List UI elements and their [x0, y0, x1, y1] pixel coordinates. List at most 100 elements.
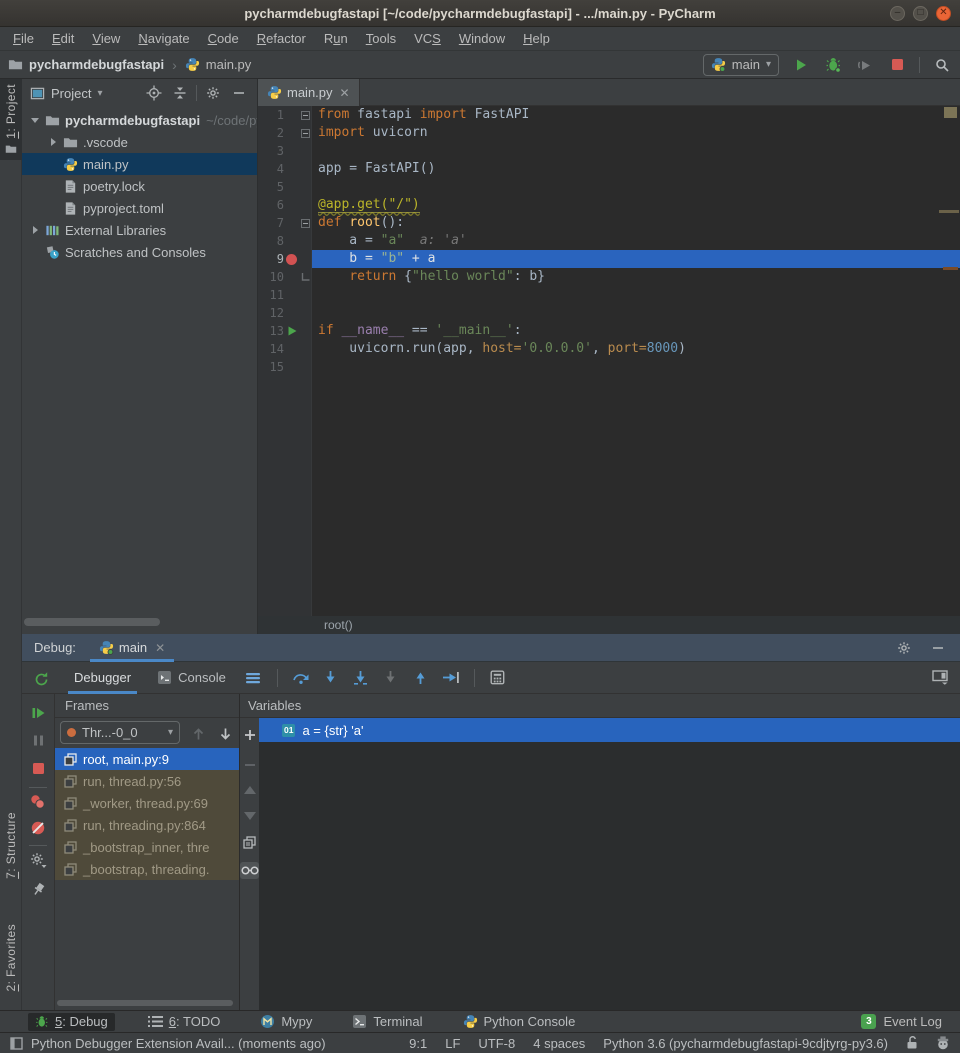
chevron-down-icon[interactable]: [26, 115, 43, 125]
gutter-line-9[interactable]: 9: [258, 250, 312, 268]
run-config-selector[interactable]: main ▾: [703, 54, 779, 76]
menu-navigate[interactable]: Navigate: [129, 31, 198, 46]
event-log-button[interactable]: 3 Event Log: [861, 1014, 960, 1029]
gear-icon[interactable]: [894, 638, 914, 658]
locate-file-button[interactable]: [144, 83, 164, 103]
debug-session-tab[interactable]: main ✕: [90, 634, 174, 662]
next-frame-button[interactable]: [215, 724, 235, 744]
pause-button[interactable]: [22, 734, 54, 747]
tree-item-pycharmdebugfastapi[interactable]: pycharmdebugfastapi~/code/pycharmdebugfa…: [22, 109, 257, 131]
gutter-line-5[interactable]: 5: [258, 178, 312, 196]
menu-help[interactable]: Help: [514, 31, 559, 46]
tool-window-button-mypy[interactable]: Mypy: [253, 1013, 319, 1031]
remove-watch-button[interactable]: [240, 758, 259, 772]
step-into-button[interactable]: [321, 668, 341, 688]
previous-frame-button[interactable]: [188, 724, 208, 744]
restore-layout-button[interactable]: [930, 668, 950, 688]
scrollbar-breakpoint-marker[interactable]: [943, 267, 958, 270]
tool-window-button-terminal[interactable]: Terminal: [345, 1013, 429, 1031]
close-icon[interactable]: ✕: [338, 86, 350, 100]
gutter-line-10[interactable]: 10: [258, 268, 312, 286]
step-over-button[interactable]: [291, 668, 311, 688]
tree-item-external-libraries[interactable]: External Libraries: [22, 219, 257, 241]
frame-row[interactable]: root, main.py:9: [55, 748, 239, 770]
mute-breakpoints-button[interactable]: [22, 820, 54, 836]
menu-run[interactable]: Run: [315, 31, 357, 46]
gutter-line-6[interactable]: 6: [258, 196, 312, 214]
file-encoding[interactable]: UTF-8: [478, 1036, 515, 1051]
gutter-line-7[interactable]: 7: [258, 214, 312, 232]
gutter-line-2[interactable]: 2: [258, 124, 312, 142]
project-scrollbar[interactable]: [24, 618, 160, 626]
tool-button-favorites[interactable]: 2: Favorites: [0, 919, 22, 1001]
breadcrumb-project[interactable]: pycharmdebugfastapi: [29, 57, 164, 72]
hector-icon[interactable]: [936, 1036, 950, 1050]
minimize-button[interactable]: –: [890, 6, 905, 21]
thread-selector[interactable]: Thr...-0_0 ▾: [60, 721, 180, 744]
debug-settings-button[interactable]: [22, 852, 54, 868]
caret-position[interactable]: 9:1: [409, 1036, 427, 1051]
gutter-line-12[interactable]: 12: [258, 304, 312, 322]
tool-button-structure[interactable]: 7: Structure: [0, 807, 22, 888]
tree-item-scratches-and-consoles[interactable]: Scratches and Consoles: [22, 241, 257, 263]
add-watch-button[interactable]: [240, 728, 259, 742]
chevron-right-icon[interactable]: [26, 225, 43, 235]
force-step-into-button[interactable]: [381, 668, 401, 688]
close-button[interactable]: ✕: [936, 6, 951, 21]
editor-body[interactable]: 1from fastapi import FastAPI2import uvic…: [258, 106, 960, 616]
rerun-button[interactable]: [31, 669, 51, 689]
frames-scrollbar[interactable]: [57, 1000, 233, 1006]
editor-tab-main-py[interactable]: main.py ✕: [258, 79, 360, 106]
breakpoint-icon[interactable]: [284, 250, 299, 268]
coverage-button[interactable]: [855, 55, 875, 75]
layout-menu-icon[interactable]: [244, 668, 264, 688]
collapse-all-button[interactable]: [170, 83, 190, 103]
tree-item--vscode[interactable]: .vscode: [22, 131, 257, 153]
python-interpreter[interactable]: Python 3.6 (pycharmdebugfastapi-9cdjtyrg…: [603, 1036, 888, 1051]
hide-panel-button[interactable]: [928, 638, 948, 658]
frame-row[interactable]: run, threading.py:864: [55, 814, 239, 836]
chevron-down-icon[interactable]: ▾: [97, 88, 102, 99]
menu-tools[interactable]: Tools: [357, 31, 405, 46]
tool-button-project[interactable]: 1: Project: [0, 79, 22, 160]
show-watches-button[interactable]: [240, 862, 259, 879]
gutter-line-14[interactable]: 14: [258, 340, 312, 358]
resume-button[interactable]: [22, 706, 54, 720]
close-icon[interactable]: ✕: [152, 641, 165, 655]
move-down-button[interactable]: [240, 812, 259, 820]
gutter-line-4[interactable]: 4: [258, 160, 312, 178]
menu-code[interactable]: Code: [199, 31, 248, 46]
breadcrumb-file[interactable]: main.py: [206, 57, 252, 72]
toggle-stripes-icon[interactable]: [10, 1037, 23, 1050]
tool-window-button-5-debug[interactable]: 5: Debug: [28, 1013, 115, 1031]
menu-edit[interactable]: Edit: [43, 31, 83, 46]
fold-marker[interactable]: [299, 124, 312, 142]
menu-view[interactable]: View: [83, 31, 129, 46]
lock-icon[interactable]: [906, 1036, 918, 1050]
indent-style[interactable]: 4 spaces: [533, 1036, 585, 1051]
tree-item-poetry-lock[interactable]: poetry.lock: [22, 175, 257, 197]
tool-window-button-python-console[interactable]: Python Console: [456, 1013, 583, 1031]
run-gutter-icon[interactable]: [284, 322, 299, 340]
variable-row[interactable]: 01a = {str} 'a': [259, 718, 960, 742]
gutter-line-1[interactable]: 1: [258, 106, 312, 124]
hide-panel-button[interactable]: [229, 83, 249, 103]
tab-debugger[interactable]: Debugger: [66, 662, 139, 694]
debug-button[interactable]: [823, 55, 843, 75]
menu-refactor[interactable]: Refactor: [248, 31, 315, 46]
frame-row[interactable]: _bootstrap_inner, thre: [55, 836, 239, 858]
menu-vcs[interactable]: VCS: [405, 31, 450, 46]
evaluate-expression-button[interactable]: [488, 668, 508, 688]
gutter-line-8[interactable]: 8: [258, 232, 312, 250]
gutter-line-15[interactable]: 15: [258, 358, 312, 376]
stop-button[interactable]: [22, 762, 54, 775]
chevron-right-icon[interactable]: [44, 137, 61, 147]
frame-row[interactable]: _bootstrap, threading.: [55, 858, 239, 880]
tree-item-pyproject-toml[interactable]: pyproject.toml: [22, 197, 257, 219]
tree-item-main-py[interactable]: main.py: [22, 153, 257, 175]
tool-window-button-6-todo[interactable]: 6: TODO: [141, 1013, 228, 1031]
frame-row[interactable]: _worker, thread.py:69: [55, 792, 239, 814]
fold-marker[interactable]: [299, 268, 312, 286]
gutter-line-3[interactable]: 3: [258, 142, 312, 160]
view-breakpoints-button[interactable]: [22, 794, 54, 810]
